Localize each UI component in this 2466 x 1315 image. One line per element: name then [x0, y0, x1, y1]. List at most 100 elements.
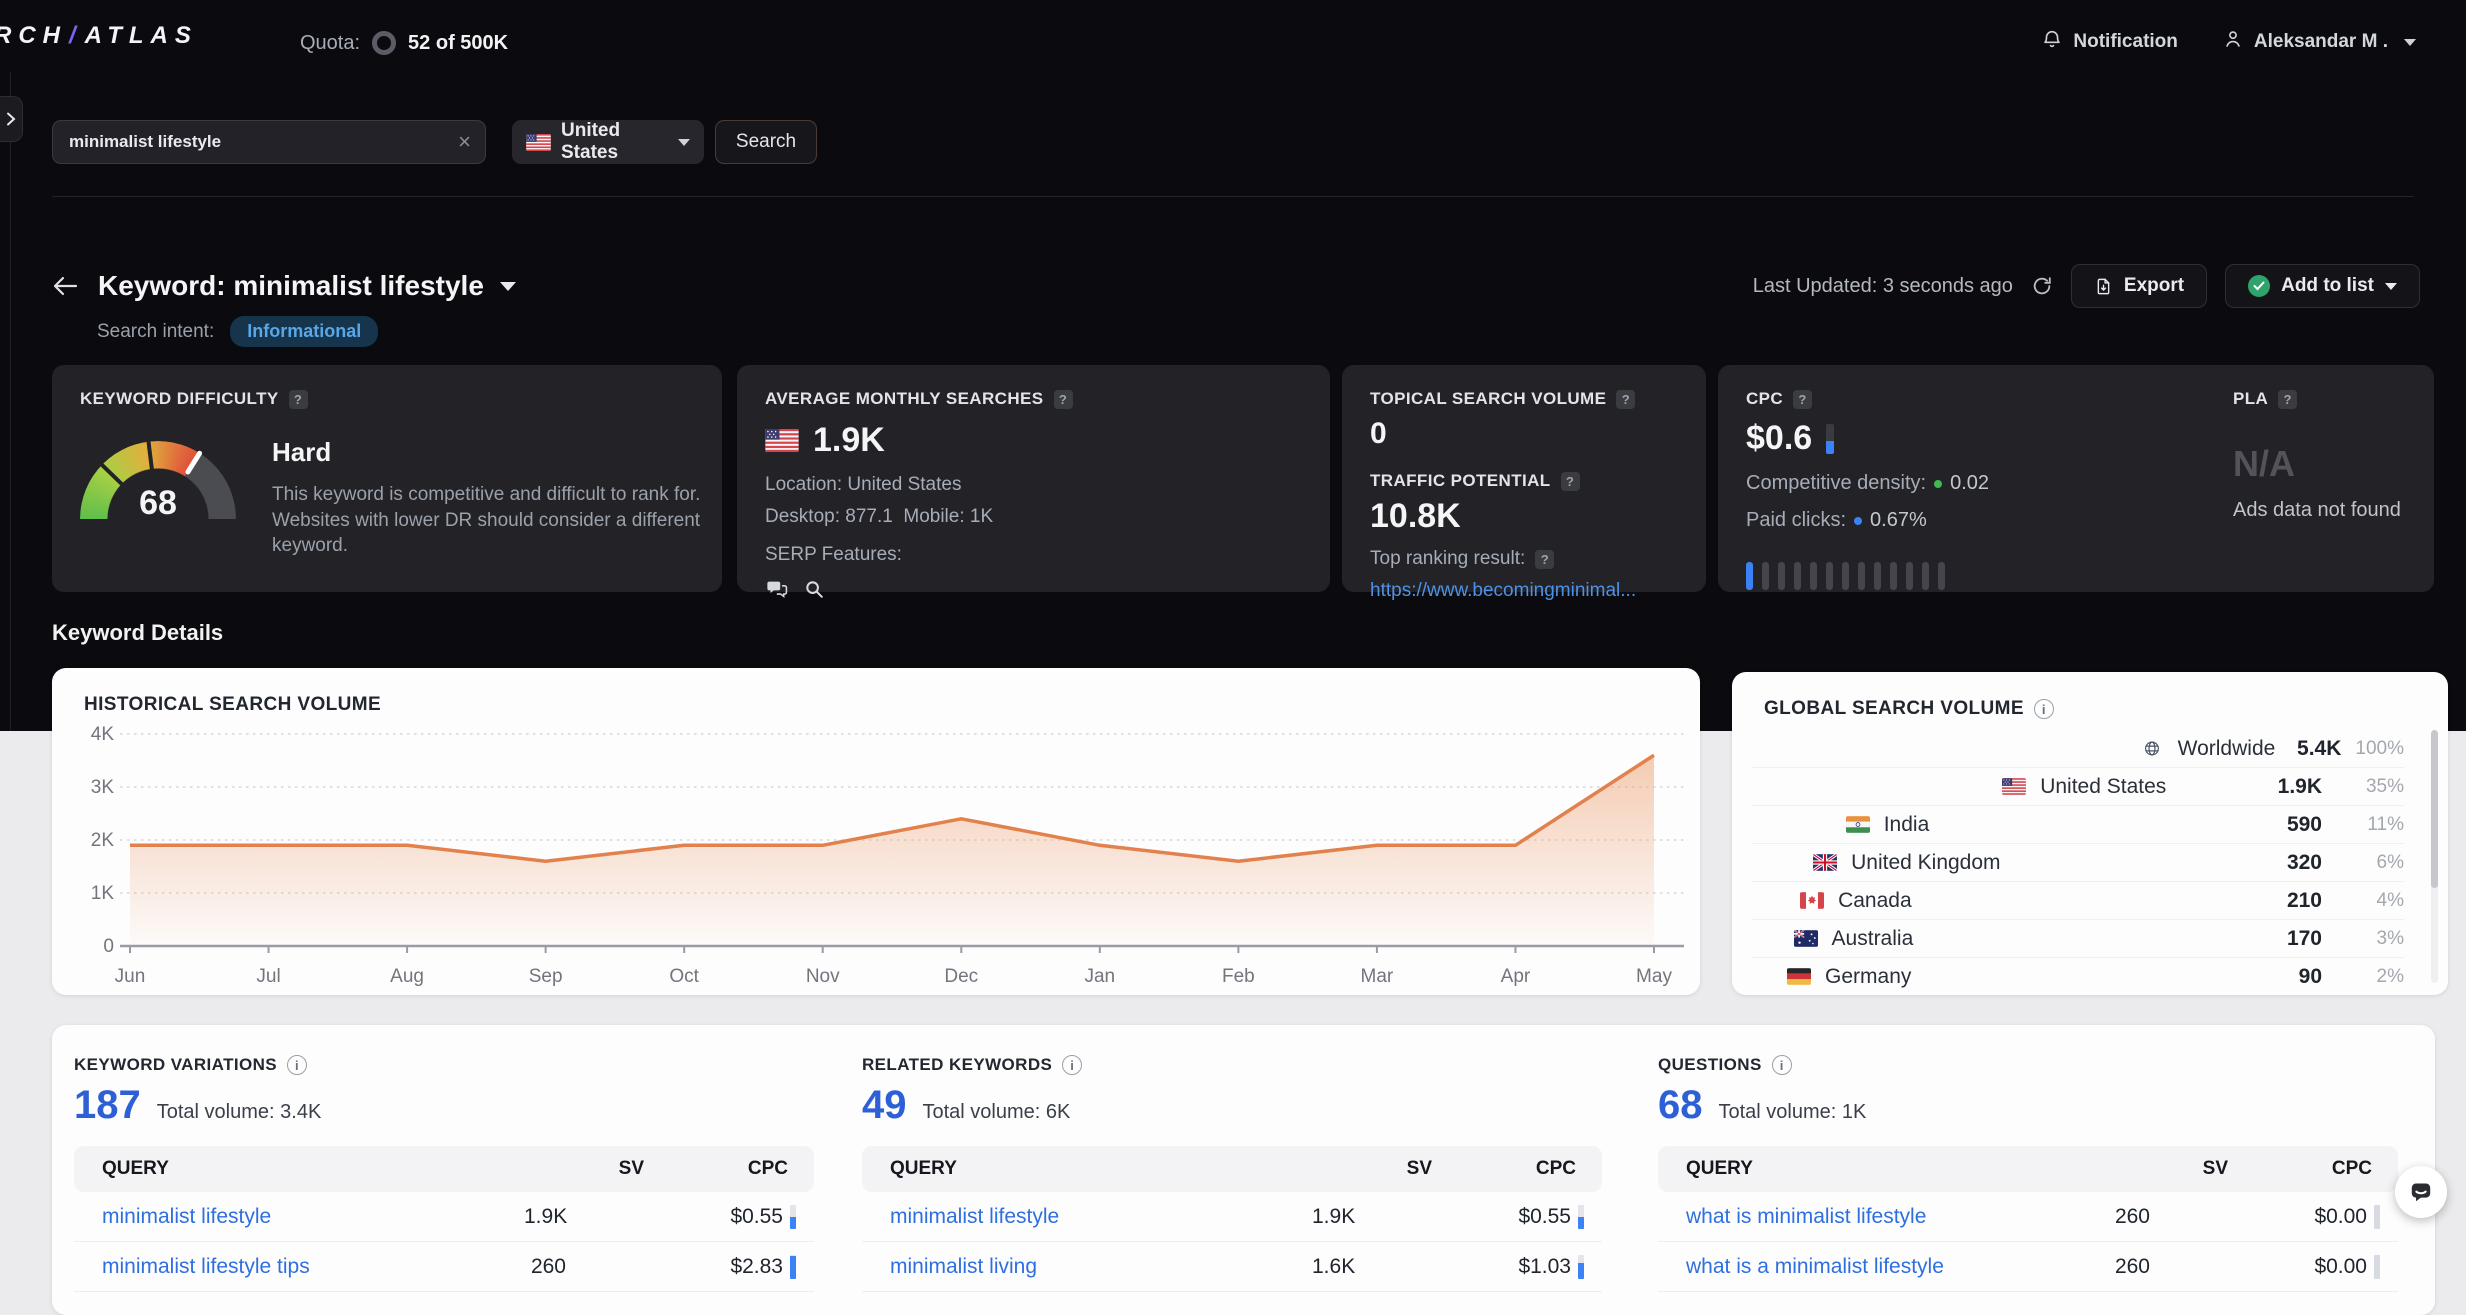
notification-button[interactable]: Notification	[2041, 28, 2178, 56]
traffic-potential-label: TRAFFIC POTENTIAL	[1370, 471, 1551, 491]
svg-text:Sep: Sep	[529, 966, 563, 987]
info-icon[interactable]: ?	[289, 390, 308, 409]
list-scrollbar-thumb[interactable]	[2431, 730, 2438, 888]
svg-text:Mar: Mar	[1361, 966, 1394, 987]
global-search-volume-card: GLOBAL SEARCH VOLUMEi Worldwide5.4K100%U…	[1732, 672, 2448, 995]
cpc-value: $0.55	[644, 1205, 814, 1229]
clear-input-icon[interactable]: ×	[458, 131, 471, 153]
country-select-value: United States	[561, 120, 668, 164]
add-to-list-button[interactable]: Add to list	[2225, 264, 2420, 308]
country-volume: 320	[2230, 851, 2322, 875]
add-to-list-label: Add to list	[2281, 275, 2374, 297]
column-query: QUERY	[74, 1158, 524, 1180]
export-button[interactable]: Export	[2071, 264, 2207, 308]
country-percent: 3%	[2336, 928, 2404, 950]
info-icon[interactable]: i	[287, 1055, 307, 1075]
blue-dot-icon	[1854, 517, 1862, 525]
flag-icon-ca	[1800, 892, 1824, 909]
header-divider	[52, 196, 2414, 197]
column-query: QUERY	[862, 1158, 1312, 1180]
chart-title: HISTORICAL SEARCH VOLUME	[84, 694, 381, 716]
chat-widget-button[interactable]	[2395, 1166, 2447, 1218]
historical-search-volume-chart: 01K2K3K4K Jun Jul Aug Sep Oct Nov Dec Ja…	[68, 724, 1684, 988]
query-link[interactable]: minimalist lifestyle tips	[74, 1255, 524, 1279]
svg-text:Jun: Jun	[115, 966, 146, 987]
info-icon[interactable]: i	[1062, 1055, 1082, 1075]
quota-indicator: Quota: 52 of 500K	[300, 31, 508, 55]
info-icon[interactable]: ?	[1616, 390, 1635, 409]
country-volume: 210	[2230, 889, 2322, 913]
table-row: what is a minimalist lifestyle260$0.00	[1658, 1242, 2398, 1292]
refresh-button[interactable]	[2031, 275, 2053, 297]
top-ranking-link[interactable]: https://www.becomingminimal...	[1370, 580, 1636, 601]
traffic-potential-value: 10.8K	[1370, 497, 1678, 536]
info-icon[interactable]: ?	[2278, 390, 2297, 409]
globe-icon	[2140, 740, 2164, 757]
country-name: Worldwide	[2178, 737, 2276, 761]
info-icon[interactable]: i	[2034, 699, 2054, 719]
search-button[interactable]: Search	[715, 120, 817, 164]
quota-value: 52 of 500K	[408, 32, 508, 55]
global-volume-row[interactable]: United Kingdom3206%	[1752, 844, 2404, 882]
flag-icon-us	[2002, 778, 2026, 795]
query-link[interactable]: what is minimalist lifestyle	[1658, 1205, 2108, 1229]
info-icon[interactable]: ?	[1561, 472, 1580, 491]
keyword-count: 68	[1658, 1083, 1703, 1128]
export-label: Export	[2124, 275, 2184, 297]
country-volume: 590	[2230, 813, 2322, 837]
difficulty-gauge: 68	[80, 435, 236, 519]
back-button[interactable]	[52, 275, 78, 297]
chat-bubbles-icon[interactable]	[765, 578, 789, 605]
monthly-searches-value: 1.9K	[813, 421, 885, 460]
country-name: Canada	[1838, 889, 2216, 913]
country-percent: 6%	[2336, 852, 2404, 874]
query-link[interactable]: what is a minimalist lifestyle	[1658, 1255, 2108, 1279]
us-flag-icon	[765, 429, 799, 452]
query-link[interactable]: minimalist living	[862, 1255, 1312, 1279]
topical-volume-label: TOPICAL SEARCH VOLUME	[1370, 389, 1606, 409]
query-link[interactable]: minimalist lifestyle	[74, 1205, 524, 1229]
cpc-level-bar	[1578, 1255, 1584, 1279]
search-intent-label: Search intent:	[97, 321, 214, 343]
questions-section: QUESTIONS i68 Total volume: 1KQUERY SV C…	[1658, 1055, 2398, 1292]
svg-text:Oct: Oct	[669, 966, 699, 987]
bell-icon	[2041, 28, 2063, 56]
global-volume-row[interactable]: Worldwide5.4K100%	[1752, 730, 2404, 768]
monthly-searches-card: AVERAGE MONTHLY SEARCHES? 1.9K Location:…	[737, 365, 1330, 592]
search-intent-badge: Informational	[230, 316, 378, 347]
pla-label: PLA	[2233, 389, 2268, 409]
sidebar-expand-button[interactable]	[0, 96, 23, 142]
keyword-variations-section: KEYWORD VARIATIONS i187 Total volume: 3.…	[74, 1055, 814, 1292]
country-select[interactable]: United States	[512, 120, 704, 164]
info-icon[interactable]: ?	[1535, 550, 1554, 569]
global-volume-row[interactable]: Canada2104%	[1752, 882, 2404, 920]
global-volume-row[interactable]: United States1.9K35%	[1752, 768, 2404, 806]
column-cpc: CPC	[1432, 1158, 1602, 1180]
competitive-density-value: 0.02	[1950, 472, 1989, 495]
country-name: Australia	[1832, 927, 2216, 951]
cpc-value: $1.03	[1432, 1255, 1602, 1279]
info-icon[interactable]: ?	[1054, 390, 1073, 409]
info-icon[interactable]: i	[1772, 1055, 1792, 1075]
sv-value: 260	[2108, 1255, 2228, 1279]
green-dot-icon	[1934, 480, 1942, 488]
global-volume-row[interactable]: Australia1703%	[1752, 920, 2404, 958]
total-volume: Total volume: 6K	[923, 1101, 1071, 1124]
table-row: minimalist living1.6K$1.03	[862, 1242, 1602, 1292]
search-input[interactable]	[67, 131, 458, 153]
country-volume: 5.4K	[2289, 737, 2341, 761]
keyword-search-field[interactable]: ×	[52, 120, 486, 164]
keyword-dropdown-caret[interactable]	[500, 282, 516, 291]
list-scrollbar-track	[2431, 730, 2438, 983]
query-link[interactable]: minimalist lifestyle	[862, 1205, 1312, 1229]
global-volume-title: GLOBAL SEARCH VOLUME	[1764, 698, 2024, 720]
column-sv: SV	[2108, 1158, 2228, 1180]
search-serp-icon[interactable]	[803, 578, 825, 605]
competitive-density-label: Competitive density:	[1746, 472, 1926, 495]
info-icon[interactable]: ?	[1793, 390, 1812, 409]
country-name: Germany	[1825, 965, 2216, 989]
global-volume-row[interactable]: India59011%	[1752, 806, 2404, 844]
global-volume-row[interactable]: Germany902%	[1752, 958, 2404, 995]
sv-value: 260	[2108, 1205, 2228, 1229]
user-menu[interactable]: Aleksandar M .	[2222, 28, 2416, 56]
